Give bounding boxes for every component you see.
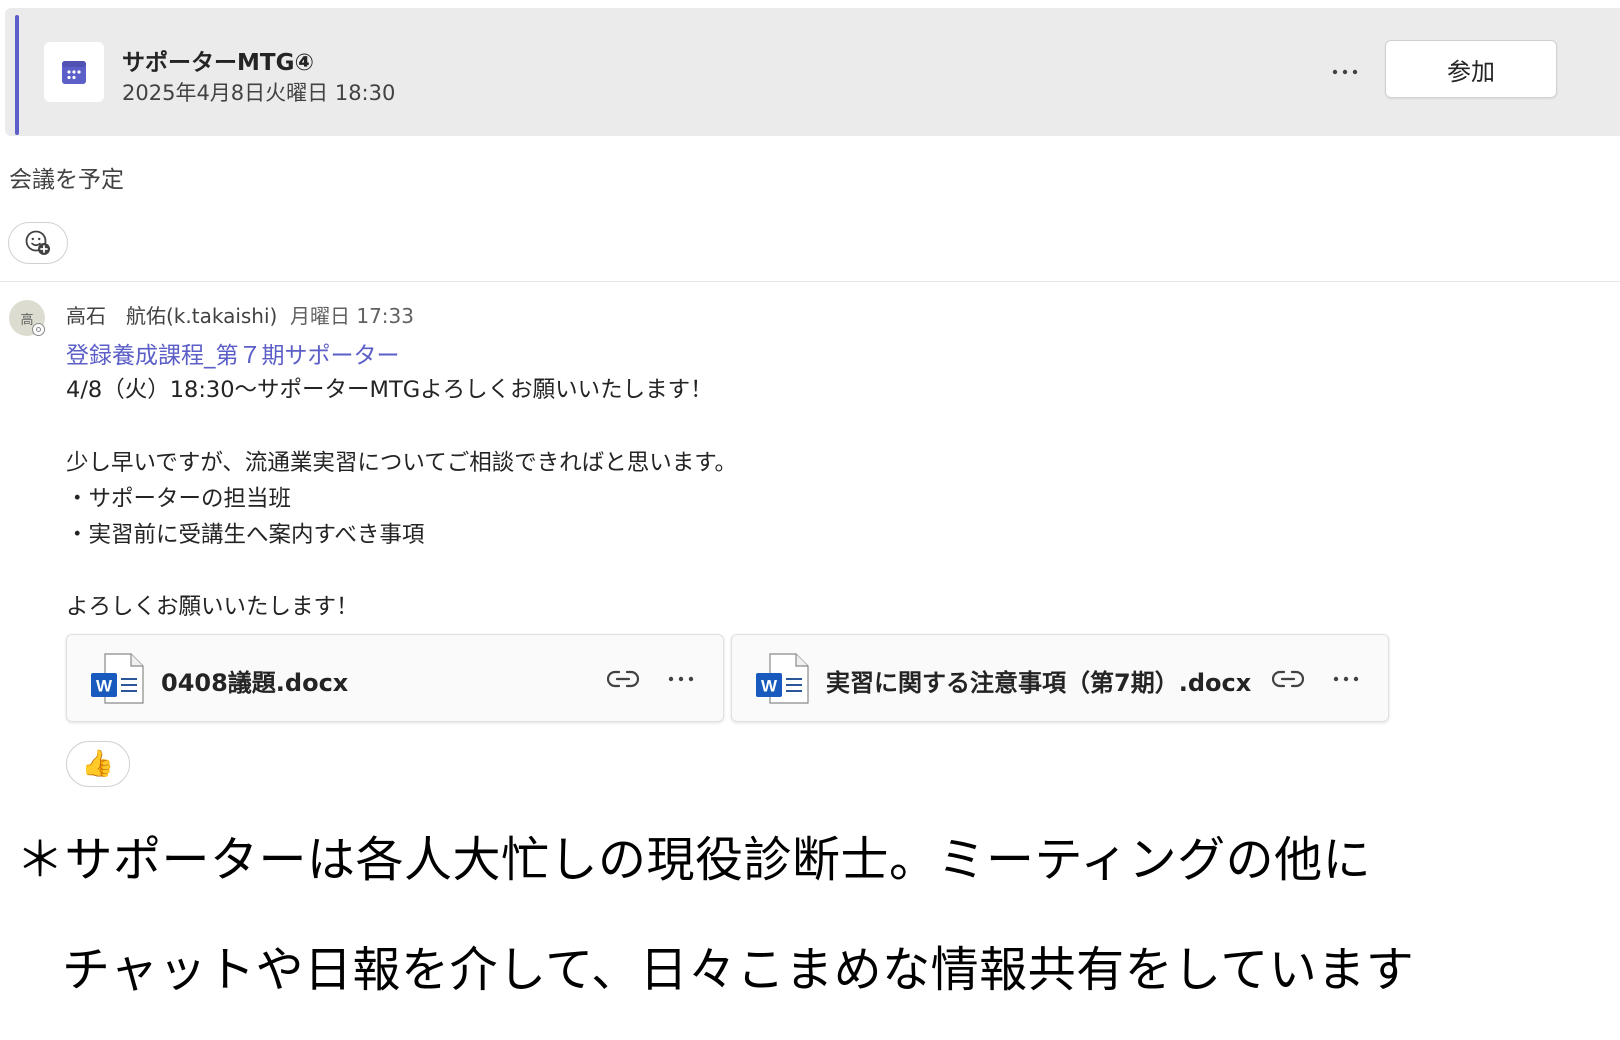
- message-line: よろしくお願いいたします！: [66, 594, 359, 620]
- attachment-name[interactable]: 実習に関する注意事項（第7期）.docx: [826, 663, 1251, 698]
- more-options-icon[interactable]: [1325, 52, 1365, 92]
- message-line: 4/8（火）18:30～サポーターMTGよろしくお願いいたします！: [66, 377, 713, 403]
- copy-link-icon[interactable]: [607, 665, 639, 693]
- calendar-icon: [44, 42, 104, 102]
- copy-link-icon[interactable]: [1272, 665, 1304, 693]
- attachment-name[interactable]: 0408議題.docx: [161, 663, 348, 698]
- add-reaction-button[interactable]: [8, 222, 68, 264]
- word-document-icon: W: [91, 653, 144, 704]
- divider: [0, 281, 1620, 282]
- system-message: 会議を予定: [9, 167, 124, 193]
- meeting-card[interactable]: サポーターMTG④ 2025年4月8日火曜日 18:30 参加: [5, 8, 1620, 136]
- meeting-datetime: 2025年4月8日火曜日 18:30: [122, 81, 396, 105]
- more-options-icon[interactable]: [665, 665, 697, 693]
- presence-status-icon: [32, 323, 45, 336]
- message-line: ・実習前に受講生へ案内すべき事項: [66, 522, 425, 548]
- svg-text:W: W: [96, 677, 113, 696]
- footer-note-line: チャットや日報を介して、日々こまめな情報共有をしています: [62, 942, 1415, 998]
- thumbs-up-icon: 👍: [81, 749, 115, 779]
- sender-name[interactable]: 高石 航佑(k.takaishi): [66, 300, 277, 329]
- attachment-card[interactable]: W 0408議題.docx: [66, 634, 724, 722]
- message-line: ・サポーターの担当班: [66, 486, 292, 512]
- footer-note-line: ＊サポーターは各人大忙しの現役診断士。ミーティングの他に: [16, 832, 1372, 888]
- message-timestamp: 月曜日 17:33: [290, 304, 414, 328]
- emoji-add-icon: [25, 230, 50, 255]
- svg-text:W: W: [761, 677, 778, 696]
- channel-link[interactable]: 登録養成課程_第７期サポーター: [66, 336, 400, 370]
- word-document-icon: W: [756, 653, 809, 704]
- meeting-title[interactable]: サポーターMTG④: [122, 43, 314, 77]
- reaction-pill[interactable]: 👍: [66, 741, 130, 787]
- meeting-accent-bar: [15, 15, 19, 135]
- attachment-card[interactable]: W 実習に関する注意事項（第7期）.docx: [731, 634, 1389, 722]
- join-button[interactable]: 参加: [1385, 40, 1557, 98]
- message-line: 少し早いですが、流通業実習についてご相談できればと思います。: [66, 450, 737, 476]
- more-options-icon[interactable]: [1330, 665, 1362, 693]
